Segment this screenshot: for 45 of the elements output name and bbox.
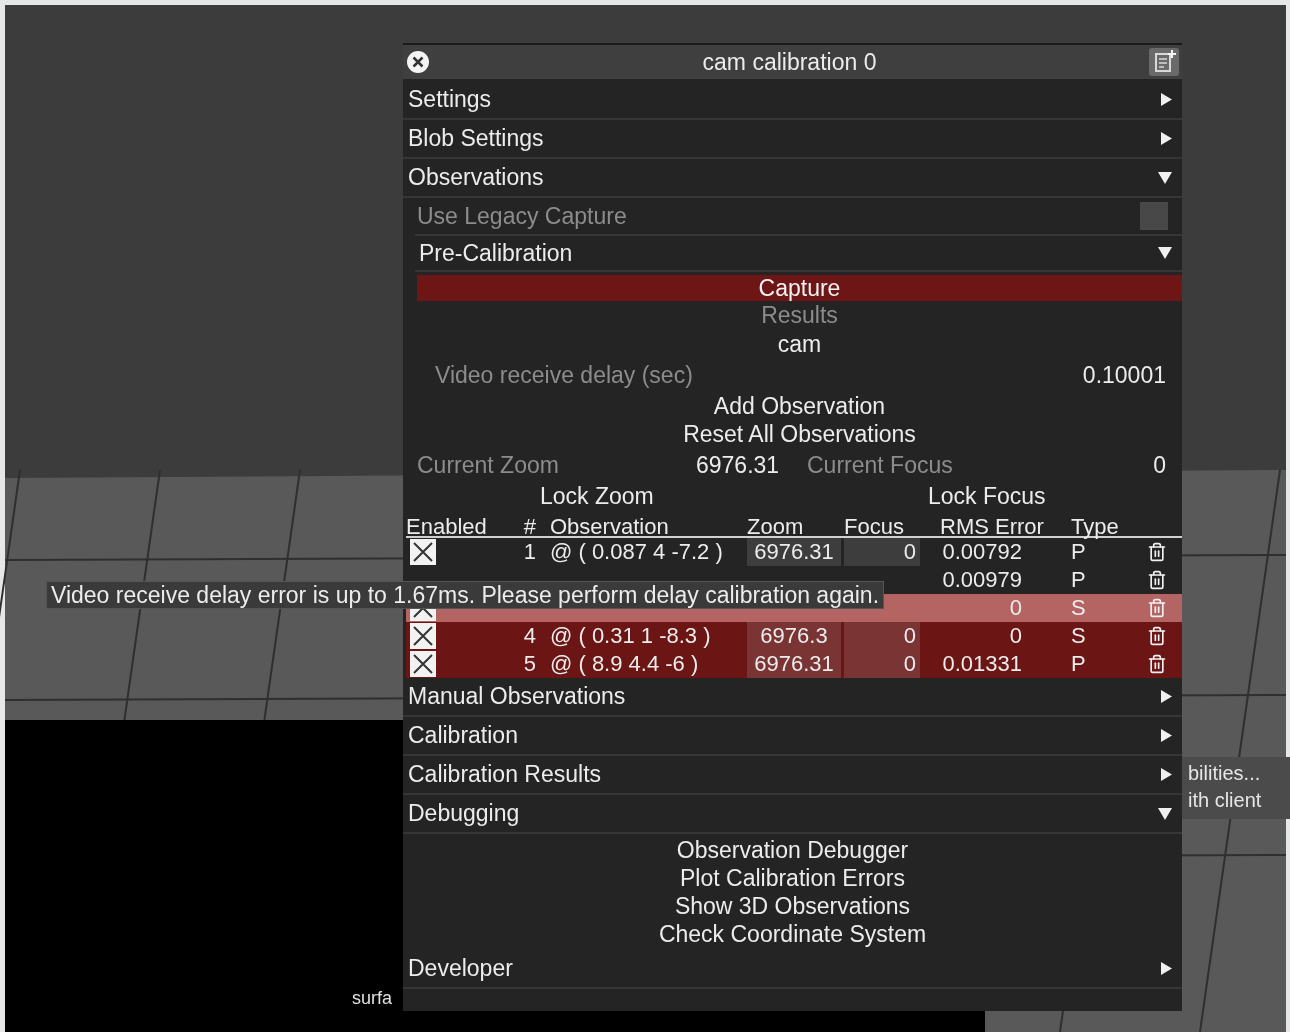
table-cell: 6976.31 — [747, 650, 841, 678]
table-cell: 5 — [523, 651, 536, 676]
table-cell: 0 — [844, 650, 920, 678]
column-header: # — [523, 513, 537, 541]
popup-text: bilities... — [1188, 761, 1262, 786]
current-focus-value: 0 — [1153, 450, 1166, 480]
column-header: Focus — [844, 513, 905, 541]
camera-name: cam — [777, 329, 822, 359]
table-cell: P — [1071, 539, 1086, 564]
table-cell: 0 — [1009, 623, 1022, 648]
current-focus-label: Current Focus — [807, 450, 954, 480]
lock-focus-label: Lock Focus — [928, 481, 1046, 511]
delay-label: Video receive delay (sec) — [435, 360, 693, 390]
tooltip: Video receive delay error is up to 1.67ms. Please perform delay calibration again. — [46, 581, 885, 609]
column-header: Enabled — [406, 513, 488, 541]
table-cell: @ ( 0.087 4 -7.2 ) — [550, 539, 723, 564]
table-cell: 0.00792 — [942, 539, 1022, 564]
table-cell: P — [1071, 651, 1086, 676]
column-header: RMS Error — [939, 513, 1045, 541]
table-cell: 6976.3 — [747, 622, 841, 650]
table-cell: 0 — [844, 622, 920, 650]
current-zoom-value: 6976.31 — [696, 450, 781, 480]
table-cell: S — [1071, 595, 1086, 620]
table-cell: @ ( 0.31 1 -8.3 ) — [550, 623, 711, 648]
delay-value: 0.10001 — [1082, 360, 1166, 390]
lock-zoom-label: Lock Zoom — [540, 481, 655, 511]
table-cell: @ ( 8.9 4.4 -6 ) — [550, 651, 699, 676]
results-label: Results — [761, 301, 838, 331]
legacy-capture-label: Use Legacy Capture — [417, 201, 627, 231]
table-cell: 1 — [523, 539, 536, 564]
table-cell: P — [1071, 567, 1086, 592]
window-title: cam calibration 0 — [702, 47, 877, 77]
current-zoom-label: Current Zoom — [417, 450, 560, 480]
table-cell: 0 — [1009, 595, 1022, 620]
table-cell: 4 — [523, 623, 536, 648]
table-cell: 0.00979 — [942, 567, 1022, 592]
table-cell: 0.01331 — [942, 651, 1022, 676]
column-header: Observation — [549, 513, 670, 541]
table-cell: 0 — [844, 538, 920, 566]
table-cell: 6976.31 — [747, 538, 841, 566]
column-header: Type — [1070, 513, 1120, 541]
table-cell: S — [1071, 623, 1086, 648]
popup-text: ith client — [1188, 788, 1263, 813]
column-header: Zoom — [747, 513, 805, 541]
background-label: surfa — [352, 987, 393, 1010]
